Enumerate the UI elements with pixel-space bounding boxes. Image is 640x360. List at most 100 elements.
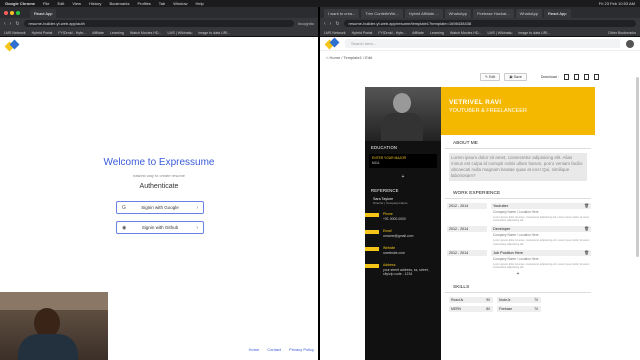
skill-item[interactable]: NodeJs 70 [497, 297, 541, 304]
bookmark-item[interactable]: image to data URI... [518, 31, 550, 35]
download-jpg-icon[interactable] [583, 74, 589, 80]
breadcrumb-template[interactable]: Template1 [343, 55, 361, 60]
education-item[interactable]: ENTER YOUR MAJOR MCA [369, 154, 437, 168]
bookmark-item[interactable]: image to data URI... [198, 31, 230, 35]
back-icon[interactable]: ‹ [4, 21, 6, 27]
app-logo-icon[interactable] [324, 37, 340, 49]
contact-value[interactable]: +91 0000-0000 [383, 217, 406, 222]
incognito-badge[interactable]: Incognito [298, 21, 314, 26]
signin-github-button[interactable]: ◉ Signin with Github › [116, 221, 204, 234]
experience-title[interactable]: Youtuber [493, 203, 508, 209]
footer-home-link[interactable]: Home [249, 347, 260, 352]
trash-icon[interactable]: 🗑 [584, 203, 589, 209]
download-image-icon[interactable] [573, 74, 579, 80]
menu-edit[interactable]: Edit [57, 1, 64, 6]
experience-title[interactable]: Developer [493, 226, 510, 232]
skill-item[interactable]: MERN 80 [449, 306, 493, 313]
menu-file[interactable]: File [43, 1, 49, 6]
maximize-icon[interactable] [16, 11, 20, 15]
contact-value[interactable]: urwebsite.com [383, 251, 405, 256]
contact-value[interactable]: your street address, ss, street, city/zi… [383, 268, 435, 276]
profile-photo[interactable] [365, 87, 441, 141]
footer-privacy-link[interactable]: Privacy Policy [289, 347, 314, 352]
experience-desc[interactable]: Lorem ipsum dolor sit amet, consectetur … [491, 239, 591, 245]
bookmark-item[interactable]: Watch Movies HD... [450, 31, 482, 35]
url-input[interactable]: resume-builder-yt.web.app/auth [23, 20, 294, 27]
experience-item[interactable]: 2012 - 2014 Youtuber 🗑 Company Name / Loc… [447, 203, 591, 222]
experience-company[interactable]: Company Name / Location Here [491, 233, 591, 237]
breadcrumb-home[interactable]: Home [330, 55, 341, 60]
skill-item[interactable]: ReactJs 90 [449, 297, 493, 304]
bookmark-item[interactable]: LMS Network [4, 31, 26, 35]
bookmark-item[interactable]: Hybrid Portal [352, 31, 373, 35]
experience-desc[interactable]: Lorem ipsum dolor sit amet, consectetur … [491, 263, 591, 269]
menu-bookmarks[interactable]: Bookmarks [109, 1, 129, 6]
menu-tab[interactable]: Tab [159, 1, 165, 6]
experience-company[interactable]: Company Name / Location Here [491, 210, 591, 214]
add-experience-icon[interactable]: + [441, 269, 595, 279]
home-icon[interactable]: ⌂ [326, 55, 328, 60]
contact-value[interactable]: urname@gmail.com [383, 234, 413, 239]
menu-view[interactable]: View [72, 1, 81, 6]
url-input[interactable]: resume-builder-yt.web.app/resume/templat… [343, 20, 636, 27]
close-icon[interactable] [4, 11, 8, 15]
tab-item[interactable]: Firebase Hackat... [473, 9, 514, 18]
experience-desc[interactable]: Lorem ipsum dolor sit amet, consectetur … [491, 216, 591, 222]
tab-react-app[interactable]: React App [544, 9, 571, 18]
edu-school[interactable]: MCA [372, 161, 434, 166]
bookmark-item[interactable]: Learning [110, 31, 124, 35]
menu-window[interactable]: Window [173, 1, 187, 6]
footer-contact-link[interactable]: Contact [267, 347, 281, 352]
reference-role[interactable]: Director | Company.Name [365, 201, 441, 209]
experience-title[interactable]: Job Position Here [493, 250, 523, 256]
save-button[interactable]: ▣ Save [504, 73, 527, 81]
bookmark-item[interactable]: Hybrid Portal [32, 31, 53, 35]
experience-year[interactable]: 2012 - 2014 [447, 249, 487, 256]
add-education-icon[interactable]: + [365, 170, 441, 184]
experience-year[interactable]: 2012 - 2014 [447, 203, 487, 209]
bookmark-item[interactable]: LMS Network [324, 31, 346, 35]
menu-help[interactable]: Help [195, 1, 203, 6]
menu-profiles[interactable]: Profiles [137, 1, 150, 6]
experience-item[interactable]: 2012 - 2014 Developer 🗑 Company Name / Lo… [447, 226, 591, 246]
bookmark-item[interactable]: FYIDroid - Hybr... [378, 31, 406, 35]
bookmark-item[interactable]: Learning [430, 31, 444, 35]
about-text[interactable]: Lorem ipsum dolor sit amet, consectetur … [449, 153, 587, 181]
search-input[interactable]: Search here... [345, 39, 620, 48]
forward-icon[interactable]: › [10, 21, 12, 27]
bookmark-item[interactable]: Watch Movies HD... [130, 31, 162, 35]
menu-app[interactable]: Google Chrome [5, 1, 35, 6]
bookmark-item[interactable]: LMS | Wikinaku [487, 31, 512, 35]
page-scrollbar[interactable] [636, 77, 639, 257]
tab-item[interactable]: Trim ConfetteWe... [361, 9, 403, 18]
skill-item[interactable]: Firebase 70 [497, 306, 541, 313]
tab-item[interactable]: WhatsApp [515, 9, 543, 18]
experience-item[interactable]: 2012 - 2014 Job Position Here 🗑 Company N… [447, 249, 591, 269]
tab-item[interactable]: Hybrid Affiliate ... [404, 9, 443, 18]
forward-icon[interactable]: › [330, 21, 332, 27]
menu-history[interactable]: History [89, 1, 101, 6]
download-pdf-icon[interactable] [563, 74, 569, 80]
download-svg-icon[interactable] [593, 74, 599, 80]
resume-role[interactable]: YOUTUBER & FREELANCEER [449, 108, 587, 114]
experience-year[interactable]: 2012 - 2014 [447, 226, 487, 233]
tab-item[interactable]: I want to crea... [324, 9, 360, 18]
bookmark-item[interactable]: FYIDroid - Hybr... [58, 31, 86, 35]
edit-button[interactable]: ✎ Edit [480, 73, 501, 81]
resume-name[interactable]: VETRIVEL RAVI [449, 99, 587, 106]
trash-icon[interactable]: 🗑 [584, 250, 589, 256]
minimize-icon[interactable] [10, 11, 14, 15]
signin-google-button[interactable]: G Signin with Google › [116, 201, 204, 214]
reload-icon[interactable]: ↻ [335, 21, 339, 27]
trash-icon[interactable]: 🗑 [584, 226, 589, 232]
avatar[interactable] [626, 39, 634, 48]
reload-icon[interactable]: ↻ [15, 21, 19, 27]
back-icon[interactable]: ‹ [324, 21, 326, 27]
bookmark-item[interactable]: Affiliate [412, 31, 424, 35]
experience-company[interactable]: Company Name / Location Here [491, 257, 591, 261]
tab-item[interactable]: WhatsApp [444, 9, 472, 18]
app-logo-icon[interactable] [4, 39, 20, 52]
bookmark-item[interactable]: LMS | Wikinaku [167, 31, 192, 35]
other-bookmarks[interactable]: Other Bookmarks [608, 31, 636, 35]
bookmark-item[interactable]: Affiliate [92, 31, 104, 35]
